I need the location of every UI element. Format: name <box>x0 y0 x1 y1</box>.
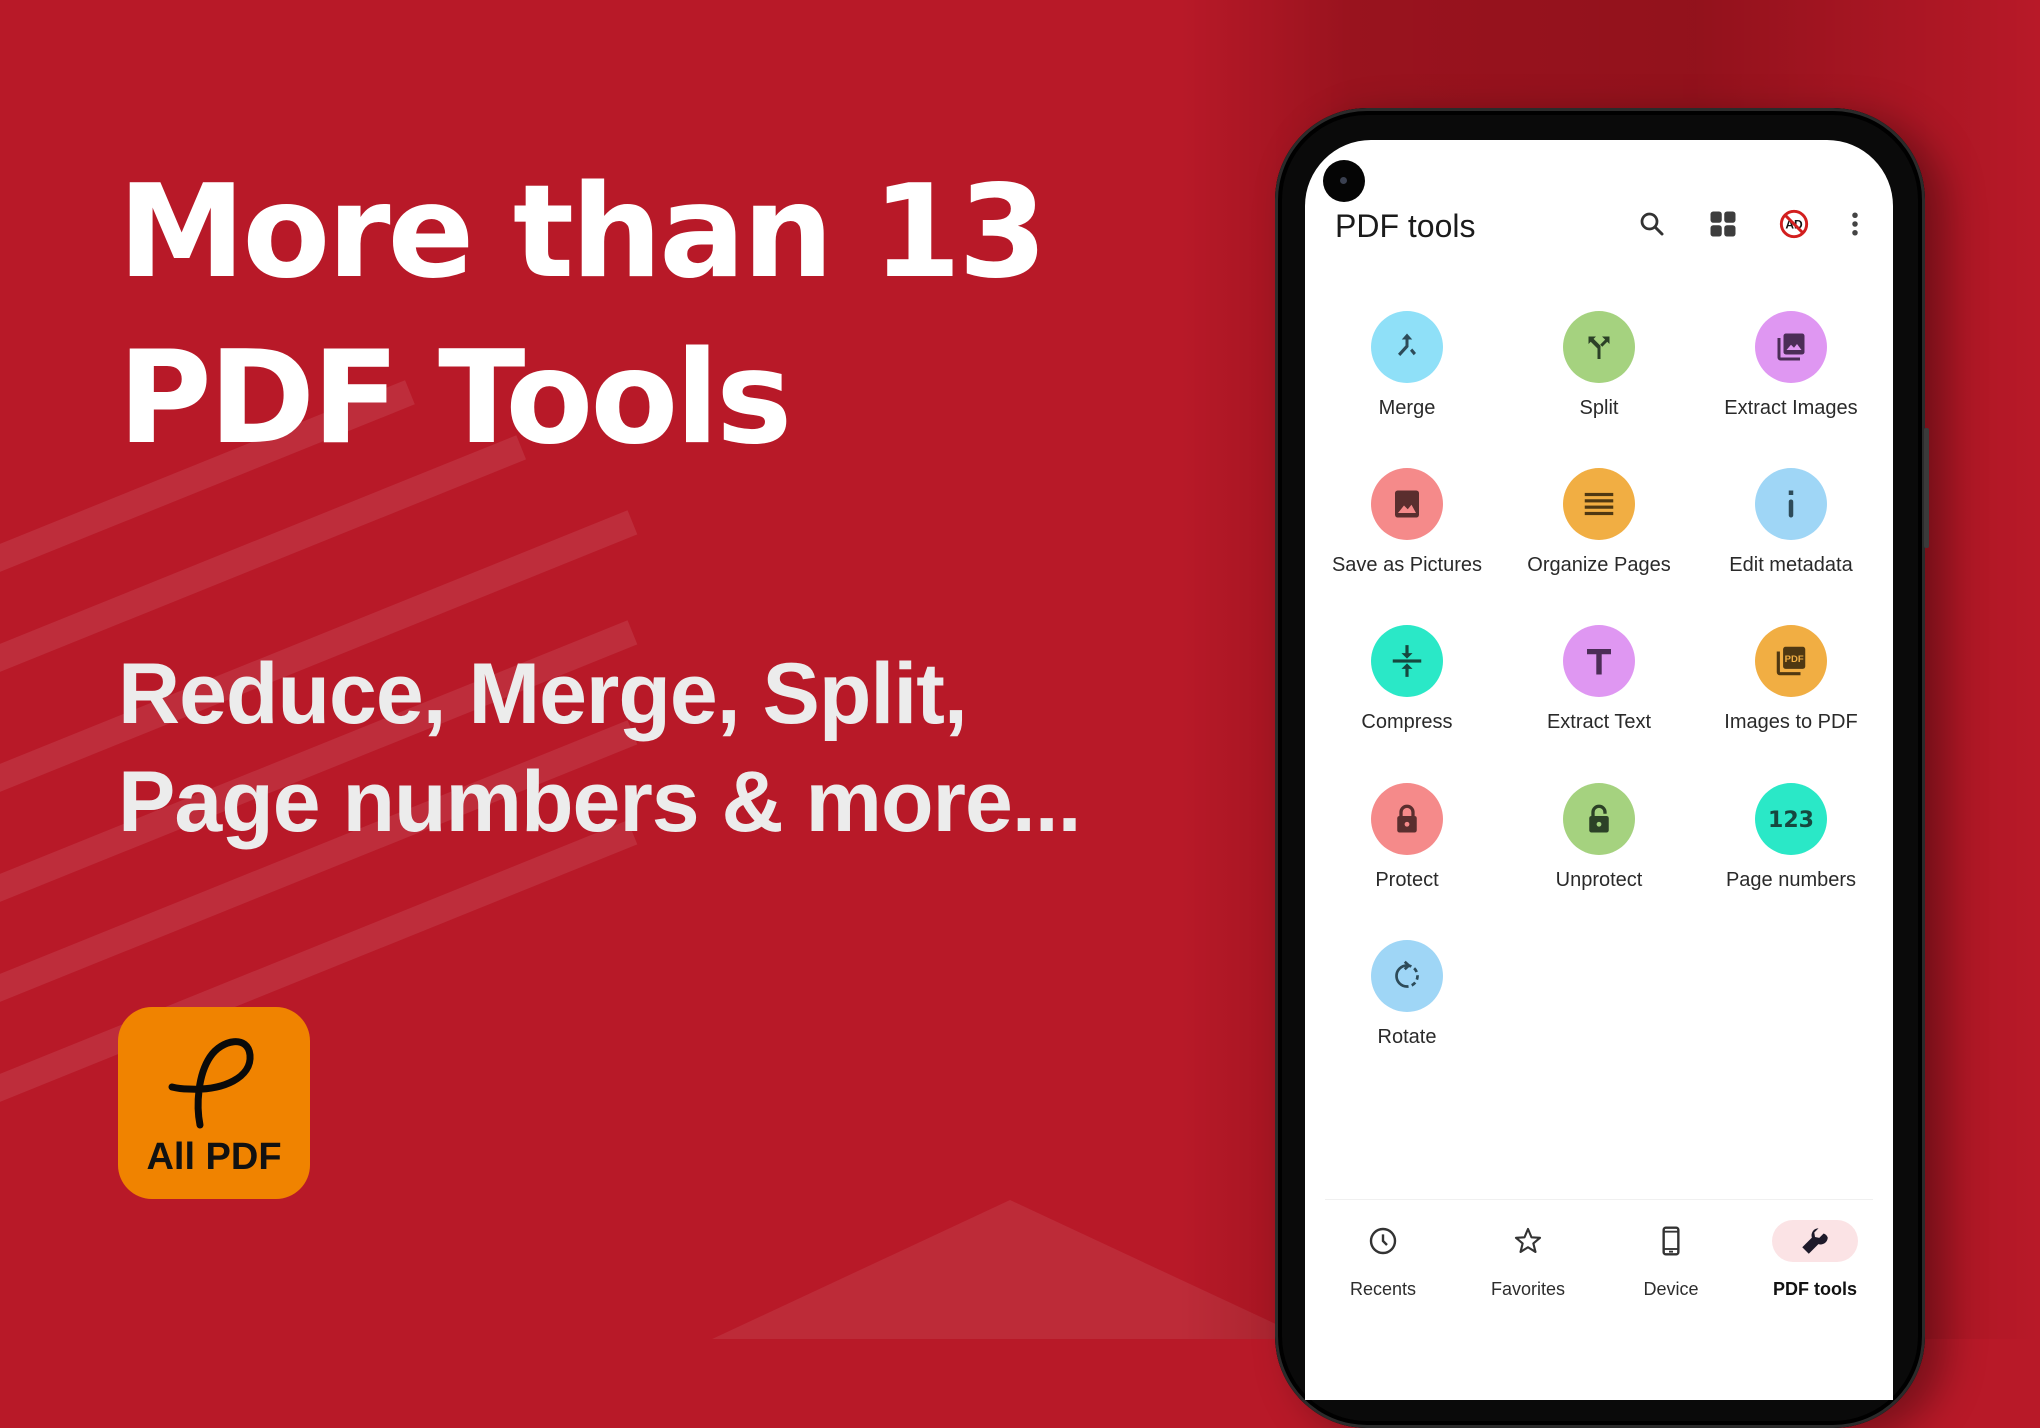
phone-device-icon <box>1662 1226 1680 1256</box>
tool-label: Organize Pages <box>1527 554 1671 576</box>
tool-label: Edit metadata <box>1729 554 1853 576</box>
more-options-button[interactable] <box>1837 206 1873 242</box>
nav-label: Device <box>1643 1279 1699 1299</box>
image-icon <box>1395 490 1419 518</box>
svg-text:123: 123 <box>1768 808 1814 833</box>
tool-label: Unprotect <box>1555 869 1643 891</box>
app-logo: All PDF <box>118 1007 310 1199</box>
bottom-nav-divider <box>1325 1199 1873 1200</box>
app-logo-label: All PDF <box>146 1136 282 1178</box>
subhead-line-2: Page numbers & more... <box>118 754 1082 850</box>
tool-label: Extract Text <box>1546 711 1652 733</box>
phone-screen: PDF tools AD <box>1305 140 1893 1400</box>
tool-label: Compress <box>1361 711 1453 733</box>
text-t-icon <box>1587 649 1611 675</box>
nav-icon-container <box>1485 1220 1571 1262</box>
tool-compress[interactable]: Compress <box>1311 625 1503 755</box>
nav-label: Recents <box>1349 1279 1417 1299</box>
tool-merge[interactable]: Merge <box>1311 311 1503 441</box>
lock-icon <box>1397 804 1417 833</box>
tool-icon-bg <box>1371 940 1443 1012</box>
star-icon <box>1514 1227 1542 1253</box>
svg-text:PDF: PDF <box>1785 654 1804 665</box>
tool-edit-metadata[interactable]: Edit metadata <box>1695 468 1887 598</box>
images-to-pdf-icon: PDF <box>1776 646 1806 676</box>
tool-icon-bg <box>1563 468 1635 540</box>
no-ads-icon: AD <box>1779 209 1809 239</box>
tool-rotate[interactable]: Rotate <box>1311 940 1503 1070</box>
tool-unprotect[interactable]: Unprotect <box>1503 783 1695 913</box>
tool-save-as-pictures[interactable]: Save as Pictures <box>1311 468 1503 598</box>
tool-label: Split <box>1579 397 1619 419</box>
tool-images-to-pdf[interactable]: PDF Images to PDF <box>1695 625 1887 755</box>
tool-label: Protect <box>1375 869 1439 891</box>
tool-label: Page numbers <box>1725 869 1857 891</box>
numbers-123-icon: 123 <box>1768 808 1814 833</box>
app-title: PDF tools <box>1335 208 1476 244</box>
grid-view-button[interactable] <box>1705 206 1741 242</box>
nav-device[interactable]: Device <box>1606 1215 1736 1325</box>
script-p-logo-icon <box>168 1038 254 1129</box>
remove-ads-button[interactable]: AD <box>1776 206 1812 242</box>
tool-icon-bg: 123 <box>1755 783 1827 855</box>
tool-label: Extract Images <box>1724 397 1858 419</box>
clock-icon <box>1369 1227 1397 1255</box>
tool-icon-bg: PDF <box>1755 625 1827 697</box>
headline-line-2: PDF Tools <box>118 324 792 473</box>
tool-icon-bg <box>1563 625 1635 697</box>
tool-label: Merge <box>1378 397 1436 419</box>
tool-split[interactable]: Split <box>1503 311 1695 441</box>
nav-label: PDF tools <box>1773 1279 1857 1299</box>
promo-subhead: Reduce, Merge, Split, Page numbers & mor… <box>118 640 1082 856</box>
subhead-line-1: Reduce, Merge, Split, <box>118 646 968 742</box>
extract-images-icon <box>1777 333 1805 361</box>
compress-icon <box>1392 645 1422 677</box>
more-vert-icon <box>1852 212 1858 236</box>
tool-label: Images to PDF <box>1724 711 1858 733</box>
nav-icon-container <box>1340 1220 1426 1262</box>
nav-label: Favorites <box>1490 1279 1566 1299</box>
nav-pdf-tools[interactable]: PDF tools <box>1750 1215 1880 1325</box>
tool-icon-bg <box>1371 311 1443 383</box>
split-icon <box>1588 336 1610 359</box>
list-lines-icon <box>1584 492 1614 516</box>
merge-icon <box>1398 333 1416 356</box>
rotate-icon <box>1395 960 1419 988</box>
tool-extract-text[interactable]: Extract Text <box>1503 625 1695 755</box>
wrench-icon <box>1802 1228 1828 1254</box>
headline-line-1: More than 13 <box>118 158 1047 307</box>
front-camera <box>1323 160 1365 202</box>
nav-favorites[interactable]: Favorites <box>1463 1215 1593 1325</box>
tool-label: Rotate <box>1377 1026 1437 1048</box>
nav-icon-container-active <box>1772 1220 1858 1262</box>
info-icon <box>1788 490 1794 518</box>
tool-organize-pages[interactable]: Organize Pages <box>1503 468 1695 598</box>
tool-icon-bg <box>1563 311 1635 383</box>
tool-icon-bg <box>1371 468 1443 540</box>
nav-icon-container <box>1628 1220 1714 1262</box>
phone-side-button <box>1924 428 1929 548</box>
nav-recents[interactable]: Recents <box>1318 1215 1448 1325</box>
tool-icon-bg <box>1755 311 1827 383</box>
tool-label: Save as Pictures <box>1331 554 1483 576</box>
promo-headline: More than 13 PDF Tools <box>118 150 1047 482</box>
tool-icon-bg <box>1371 625 1443 697</box>
tool-icon-bg <box>1563 783 1635 855</box>
tool-icon-bg <box>1755 468 1827 540</box>
unlock-icon <box>1589 804 1609 833</box>
tool-protect[interactable]: Protect <box>1311 783 1503 913</box>
search-button[interactable] <box>1634 206 1670 242</box>
tool-extract-images[interactable]: Extract Images <box>1695 311 1887 441</box>
tool-icon-bg <box>1371 783 1443 855</box>
grid-view-icon <box>1710 211 1736 237</box>
tool-page-numbers[interactable]: 123 Page numbers <box>1695 783 1887 913</box>
search-icon <box>1640 212 1664 236</box>
